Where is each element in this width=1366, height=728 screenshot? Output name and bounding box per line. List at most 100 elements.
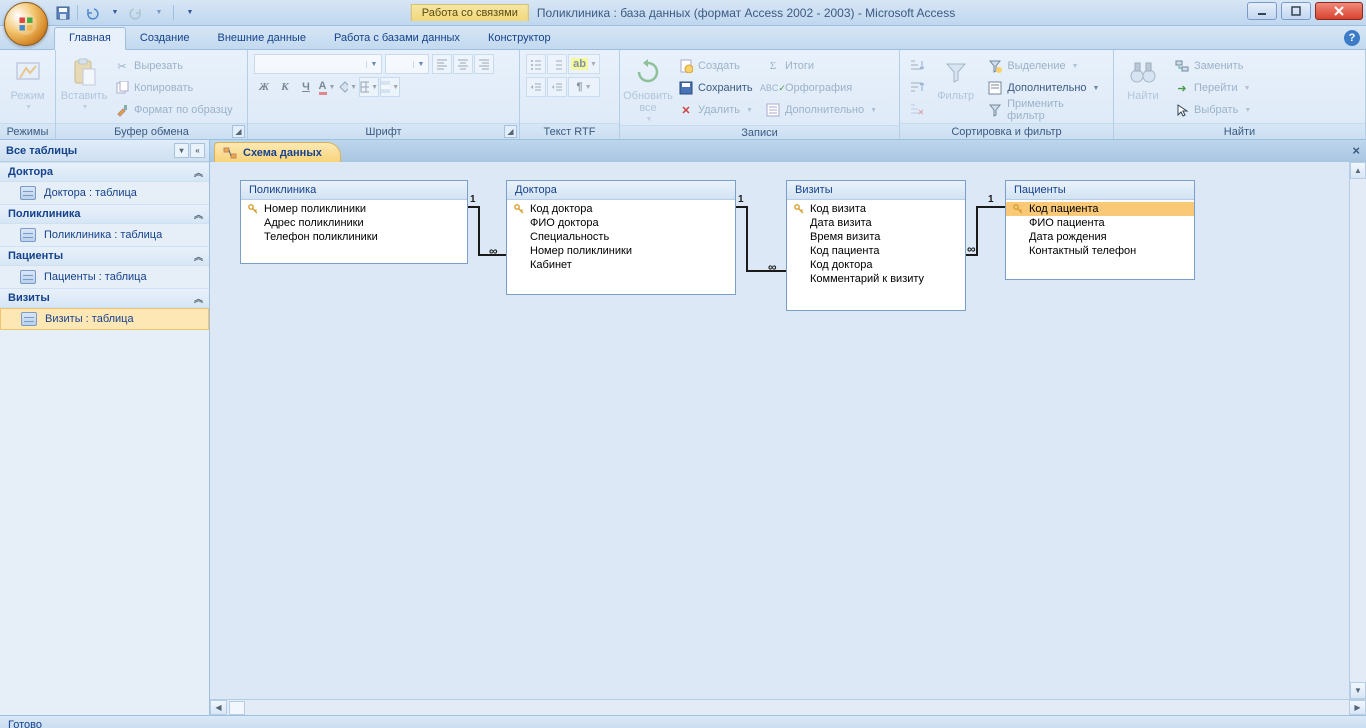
vertical-scrollbar[interactable]: ▲ ▼ (1349, 162, 1366, 699)
table-field[interactable]: Дата визита (787, 216, 965, 230)
table-title-visits[interactable]: Визиты (787, 181, 965, 200)
cut-button[interactable]: ✂Вырезать (110, 56, 237, 76)
font-size-combo[interactable]: ▼ (385, 54, 429, 74)
table-field[interactable]: Время визита (787, 230, 965, 244)
decrease-indent-button[interactable] (526, 77, 546, 97)
nav-item-patients[interactable]: Пациенты : таблица (0, 266, 209, 288)
tab-external-data[interactable]: Внешние данные (204, 28, 320, 49)
table-box-clinic[interactable]: Поликлиника Номер поликлиникиАдрес полик… (240, 180, 468, 264)
select-button[interactable]: Выбрать▼ (1170, 100, 1255, 120)
nav-group-doctors[interactable]: Доктора︽ (0, 162, 209, 182)
table-field[interactable]: Код пациента (1006, 202, 1194, 216)
help-button[interactable]: ? (1344, 30, 1360, 46)
tab-design[interactable]: Конструктор (474, 28, 565, 49)
scroll-right-button[interactable]: ▶ (1349, 700, 1366, 715)
table-field[interactable]: Код доктора (507, 202, 735, 216)
scroll-up-button[interactable]: ▲ (1350, 162, 1366, 179)
table-field[interactable]: Телефон поликлиники (241, 230, 467, 244)
table-field[interactable]: Специальность (507, 230, 735, 244)
spelling-button[interactable]: ABC✓Орфография (761, 78, 881, 98)
new-record-button[interactable]: Создать (674, 56, 757, 76)
scroll-left-button[interactable]: ◀ (210, 700, 227, 715)
tab-create[interactable]: Создание (126, 28, 204, 49)
find-button[interactable]: Найти (1120, 54, 1166, 104)
more-records-button[interactable]: Дополнительно▼ (761, 100, 881, 120)
text-direction-button[interactable]: ¶▼ (568, 77, 600, 97)
filter-button[interactable]: Фильтр (932, 54, 979, 104)
table-field[interactable]: ФИО доктора (507, 216, 735, 230)
nav-item-clinic[interactable]: Поликлиника : таблица (0, 224, 209, 246)
minimize-button[interactable] (1247, 2, 1277, 20)
table-field[interactable]: Код пациента (787, 244, 965, 258)
table-field[interactable]: ФИО пациента (1006, 216, 1194, 230)
close-button[interactable] (1315, 2, 1363, 20)
alt-row-color-button[interactable]: ▼ (380, 77, 400, 97)
clear-sort-button[interactable] (906, 100, 928, 120)
sort-asc-button[interactable] (906, 56, 928, 76)
bullet-list-button[interactable] (526, 54, 546, 74)
document-close-button[interactable]: × (1352, 143, 1360, 158)
nav-group-visits[interactable]: Визиты︽ (0, 288, 209, 308)
refresh-all-button[interactable]: Обновить все ▼ (626, 54, 670, 125)
save-record-button[interactable]: Сохранить (674, 78, 757, 98)
table-field[interactable]: Кабинет (507, 258, 735, 272)
selection-filter-button[interactable]: Выделение▼ (983, 56, 1107, 76)
maximize-button[interactable] (1281, 2, 1311, 20)
table-field[interactable]: Дата рождения (1006, 230, 1194, 244)
view-mode-button[interactable]: Режим ▼ (6, 54, 49, 113)
relationships-canvas[interactable]: Поликлиника Номер поликлиникиАдрес полик… (210, 162, 1366, 715)
number-list-button[interactable] (547, 54, 567, 74)
scroll-down-button[interactable]: ▼ (1350, 682, 1366, 699)
nav-item-doctors[interactable]: Доктора : таблица (0, 182, 209, 204)
align-center-button[interactable] (453, 54, 473, 74)
office-button[interactable] (4, 2, 48, 46)
totals-button[interactable]: ΣИтоги (761, 56, 881, 76)
table-title-clinic[interactable]: Поликлиника (241, 181, 467, 200)
italic-button[interactable]: К (275, 77, 295, 97)
table-box-visits[interactable]: Визиты Код визитаДата визитаВремя визита… (786, 180, 966, 311)
replace-button[interactable]: Заменить (1170, 56, 1255, 76)
table-title-patients[interactable]: Пациенты (1006, 181, 1194, 200)
format-painter-button[interactable]: Формат по образцу (110, 100, 237, 120)
bold-button[interactable]: Ж (254, 77, 274, 97)
qat-undo-icon[interactable] (83, 4, 101, 22)
table-box-patients[interactable]: Пациенты Код пациентаФИО пациентаДата ро… (1005, 180, 1195, 280)
increase-indent-button[interactable] (547, 77, 567, 97)
underline-button[interactable]: Ч (296, 77, 316, 97)
sort-desc-button[interactable] (906, 78, 928, 98)
table-field[interactable]: Код доктора (787, 258, 965, 272)
qat-save-icon[interactable] (54, 4, 72, 22)
table-title-doctors[interactable]: Доктора (507, 181, 735, 200)
goto-button[interactable]: ➜Перейти▼ (1170, 78, 1255, 98)
toggle-filter-button[interactable]: Применить фильтр (983, 100, 1107, 120)
font-launcher[interactable]: ◢ (504, 125, 517, 138)
table-box-doctors[interactable]: Доктора Код доктораФИО доктораСпециально… (506, 180, 736, 295)
qat-redo-icon[interactable] (127, 4, 145, 22)
font-color-button[interactable]: A▼ (317, 77, 337, 97)
delete-record-button[interactable]: ✕Удалить▼ (674, 100, 757, 120)
nav-header[interactable]: Все таблицы ▾ « (0, 140, 209, 162)
nav-dropdown-icon[interactable]: ▾ (174, 143, 189, 158)
horizontal-scrollbar[interactable]: ◀ ▶ (210, 699, 1366, 715)
qat-redo-dropdown[interactable]: ▼ (150, 4, 168, 22)
document-tab-relationships[interactable]: Схема данных (214, 142, 341, 162)
copy-button[interactable]: Копировать (110, 78, 237, 98)
font-family-combo[interactable]: ▼ (254, 54, 382, 74)
table-field[interactable]: Номер поликлиники (507, 244, 735, 258)
nav-box[interactable] (229, 701, 245, 715)
nav-group-clinic[interactable]: Поликлиника︽ (0, 204, 209, 224)
table-field[interactable]: Номер поликлиники (241, 202, 467, 216)
align-right-button[interactable] (474, 54, 494, 74)
tab-home[interactable]: Главная (54, 27, 126, 50)
table-field[interactable]: Контактный телефон (1006, 244, 1194, 258)
nav-collapse-icon[interactable]: « (190, 143, 205, 158)
advanced-filter-button[interactable]: Дополнительно▼ (983, 78, 1107, 98)
align-left-button[interactable] (432, 54, 452, 74)
qat-undo-dropdown[interactable]: ▼ (106, 4, 124, 22)
table-field[interactable]: Комментарий к визиту (787, 272, 965, 286)
tab-database-tools[interactable]: Работа с базами данных (320, 28, 474, 49)
text-highlight-button[interactable]: ab▼ (568, 54, 600, 74)
nav-group-patients[interactable]: Пациенты︽ (0, 246, 209, 266)
paste-button[interactable]: Вставить ▼ (62, 54, 106, 113)
gridlines-button[interactable]: ▼ (359, 77, 379, 97)
